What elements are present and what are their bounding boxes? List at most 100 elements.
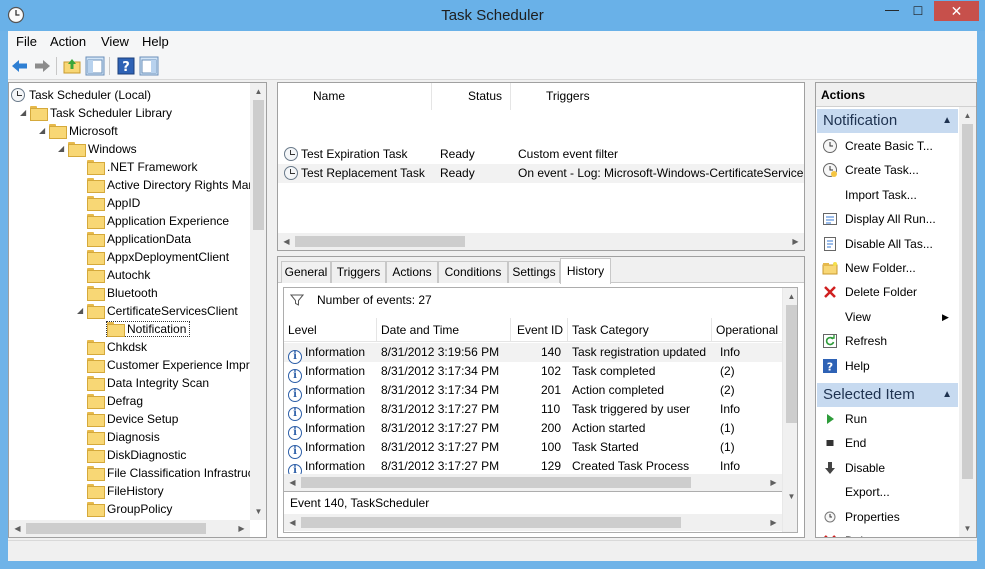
tree-node[interactable]: Bluetooth	[87, 284, 158, 302]
tab-actions[interactable]: Actions	[386, 261, 438, 283]
history-row[interactable]: i Information 8/31/2012 3:17:27 PM 110 Task …	[284, 400, 784, 421]
action-item[interactable]: Import Task...	[822, 185, 917, 205]
task-list[interactable]: Name Status Triggers Test Expiration Tas…	[277, 82, 805, 251]
history-row[interactable]: i Information 8/31/2012 3:17:27 PM 100 Task …	[284, 438, 784, 459]
tab-history[interactable]: History	[560, 258, 611, 284]
tree-node[interactable]: Active Directory Rights Mar	[87, 176, 252, 194]
collapse-arrow-icon[interactable]: ▲	[942, 383, 952, 407]
column-header-task-category[interactable]: Task Category	[568, 318, 712, 342]
scroll-thumb[interactable]	[301, 477, 691, 488]
scroll-down-arrow[interactable]: ▼	[783, 488, 797, 505]
column-header-triggers[interactable]: Triggers	[511, 83, 804, 110]
tree-node[interactable]: File Classification Infrastruc	[87, 464, 254, 482]
menu-action[interactable]: Action	[50, 34, 86, 49]
history-horizontal-scrollbar[interactable]: ◀ ▶	[284, 474, 782, 491]
action-item[interactable]: ? Help	[822, 356, 870, 376]
tab-conditions[interactable]: Conditions	[438, 261, 508, 283]
column-header-name[interactable]: Name	[278, 83, 432, 110]
event-detail-horizontal-scrollbar[interactable]: ◀ ▶	[284, 514, 782, 531]
tree-node[interactable]: Data Integrity Scan	[87, 374, 209, 392]
scroll-right-arrow[interactable]: ▶	[787, 233, 804, 250]
scroll-thumb[interactable]	[301, 517, 681, 528]
scroll-up-arrow[interactable]: ▲	[959, 107, 976, 124]
scroll-left-arrow[interactable]: ◀	[284, 474, 301, 491]
scroll-up-arrow[interactable]: ▲	[783, 288, 797, 305]
action-item[interactable]: View ▶	[822, 307, 949, 327]
tree-node[interactable]: ◢ Windows	[58, 140, 137, 158]
help-icon[interactable]: ?	[116, 56, 136, 76]
tab-triggers[interactable]: Triggers	[331, 261, 386, 283]
column-header-date-time[interactable]: Date and Time	[377, 318, 511, 342]
scroll-left-arrow[interactable]: ◀	[9, 520, 26, 537]
title-bar[interactable]: Task Scheduler — ☐ ✕	[0, 0, 985, 31]
scroll-thumb[interactable]	[962, 124, 973, 479]
history-row[interactable]: i Information 8/31/2012 3:19:56 PM 140 Task …	[284, 343, 784, 364]
scroll-left-arrow[interactable]: ◀	[284, 514, 301, 531]
scroll-right-arrow[interactable]: ▶	[765, 514, 782, 531]
show-hide-console-tree-icon[interactable]	[85, 56, 105, 76]
action-item[interactable]: Disable	[822, 458, 885, 478]
forward-arrow-icon[interactable]	[32, 56, 52, 76]
history-row[interactable]: i Information 8/31/2012 3:17:34 PM 102 Task …	[284, 362, 784, 383]
history-vertical-scrollbar[interactable]: ▲ ▼	[782, 288, 797, 532]
tree-node[interactable]: ◢ Microsoft	[39, 122, 118, 140]
menu-help[interactable]: Help	[142, 34, 169, 49]
tree-node[interactable]: Device Setup	[87, 410, 178, 428]
menu-file[interactable]: File	[16, 34, 37, 49]
scroll-left-arrow[interactable]: ◀	[278, 233, 295, 250]
actions-vertical-scrollbar[interactable]: ▲ ▼	[959, 107, 976, 537]
tree-node[interactable]: Chkdsk	[87, 338, 147, 356]
history-row[interactable]: i Information 8/31/2012 3:17:34 PM 201 Actio…	[284, 381, 784, 402]
task-row[interactable]: Test Expiration Task Ready Custom event fi…	[278, 145, 804, 164]
tab-general[interactable]: General	[281, 261, 331, 283]
tree-node[interactable]: ◢ CertificateServicesClient	[77, 302, 238, 320]
tree-node[interactable]: Task Scheduler (Local)	[11, 86, 151, 104]
tree-node[interactable]: Autochk	[87, 266, 150, 284]
tree-node[interactable]: Diagnosis	[87, 428, 160, 446]
menu-view[interactable]: View	[101, 34, 129, 49]
tree-node[interactable]: GroupPolicy	[87, 500, 172, 518]
scroll-right-arrow[interactable]: ▶	[765, 474, 782, 491]
tree-node[interactable]: Defrag	[87, 392, 143, 410]
tree-node[interactable]: ◢ Task Scheduler Library	[20, 104, 172, 122]
collapse-arrow-icon[interactable]: ▲	[942, 109, 952, 133]
expand-arrow-icon[interactable]: ◢	[39, 122, 49, 140]
tree-node[interactable]: AppID	[87, 194, 140, 212]
action-item[interactable]: Export...	[822, 482, 890, 502]
task-list-horizontal-scrollbar[interactable]: ◀ ▶	[278, 233, 804, 250]
action-item[interactable]: End	[822, 433, 866, 453]
scroll-right-arrow[interactable]: ▶	[233, 520, 250, 537]
tree-node[interactable]: Application Experience	[87, 212, 229, 230]
action-item[interactable]: Create Task...	[822, 160, 919, 180]
tree-node[interactable]: FileHistory	[87, 482, 164, 500]
close-button[interactable]: ✕	[934, 1, 979, 21]
show-hide-action-pane-icon[interactable]	[139, 56, 159, 76]
scroll-up-arrow[interactable]: ▲	[250, 83, 266, 100]
action-item[interactable]: Properties	[822, 507, 900, 527]
scroll-down-arrow[interactable]: ▼	[250, 503, 266, 520]
console-tree[interactable]: Task Scheduler (Local) ◢ Task Scheduler Li…	[8, 82, 267, 538]
tree-node[interactable]: DiskDiagnostic	[87, 446, 186, 464]
actions-section-notification[interactable]: Notification ▲	[817, 109, 958, 133]
tree-horizontal-scrollbar[interactable]: ◀ ▶	[9, 520, 250, 537]
action-item[interactable]: Delete Folder	[822, 282, 917, 302]
action-item[interactable]: New Folder...	[822, 258, 916, 278]
scroll-thumb[interactable]	[295, 236, 465, 247]
column-header-operational[interactable]: Operational	[712, 318, 784, 342]
tree-node[interactable]: ApplicationData	[87, 230, 191, 248]
action-item[interactable]: Delete	[822, 531, 880, 537]
maximize-button[interactable]: ☐	[905, 1, 931, 21]
tree-node[interactable]: .NET Framework	[87, 158, 197, 176]
minimize-button[interactable]: —	[879, 1, 905, 21]
action-item[interactable]: Run	[822, 409, 867, 429]
scroll-thumb[interactable]	[786, 305, 797, 423]
tree-node[interactable]: Customer Experience Impro	[87, 356, 256, 374]
actions-section-selected-item[interactable]: Selected Item ▲	[817, 383, 958, 407]
up-folder-icon[interactable]	[62, 56, 82, 76]
action-item[interactable]: Disable All Tas...	[822, 234, 933, 254]
filter-icon[interactable]	[290, 293, 304, 307]
action-item[interactable]: Refresh	[822, 331, 887, 351]
back-arrow-icon[interactable]	[10, 56, 30, 76]
expand-arrow-icon[interactable]: ◢	[77, 302, 87, 320]
expand-arrow-icon[interactable]: ◢	[20, 104, 30, 122]
